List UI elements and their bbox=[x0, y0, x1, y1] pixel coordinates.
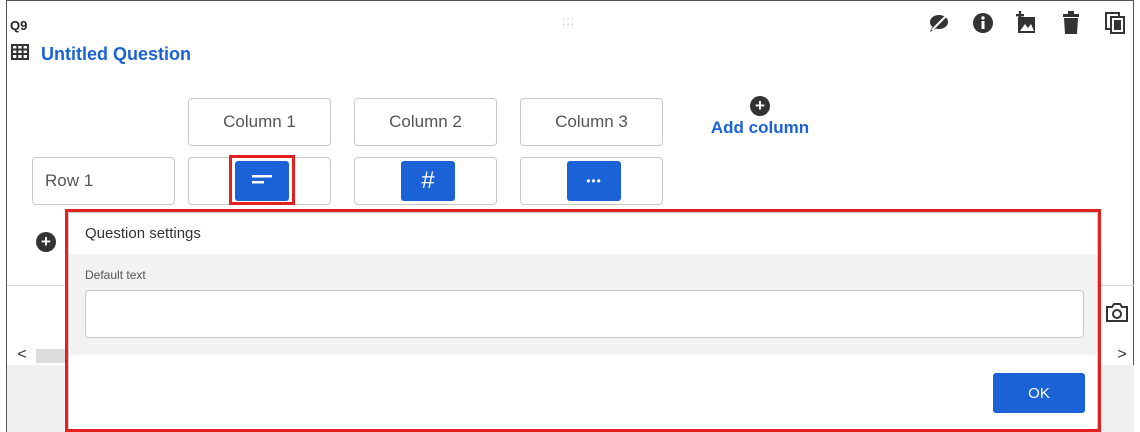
question-title[interactable]: Untitled Question bbox=[41, 44, 191, 65]
dialog-body: Default text bbox=[69, 254, 1097, 355]
scrollbar-track[interactable] bbox=[36, 349, 68, 363]
add-image-icon[interactable] bbox=[1014, 10, 1040, 36]
column-header-2[interactable]: Column 2 bbox=[354, 98, 497, 146]
add-column-button[interactable]: + Add column bbox=[700, 96, 820, 138]
answer-type-button-number[interactable]: # bbox=[401, 161, 455, 201]
add-column-label: Add column bbox=[710, 118, 810, 137]
scroll-left-arrow[interactable]: < bbox=[8, 345, 36, 365]
question-number: Q9 bbox=[10, 18, 28, 33]
column-header-3[interactable]: Column 3 bbox=[520, 98, 663, 146]
drag-handle[interactable]: ::: bbox=[562, 14, 575, 28]
ok-button[interactable]: OK bbox=[993, 373, 1085, 413]
more-dots-icon: ••• bbox=[586, 174, 602, 188]
table-icon bbox=[11, 44, 29, 65]
copy-icon[interactable] bbox=[1102, 10, 1128, 36]
skip-logic-icon[interactable] bbox=[926, 10, 952, 36]
question-settings-dialog: Question settings Default text OK bbox=[68, 212, 1098, 432]
row-label-1[interactable]: Row 1 bbox=[32, 157, 175, 205]
question-title-row: Untitled Question bbox=[11, 44, 191, 65]
answer-type-button-dropdown[interactable]: ••• bbox=[567, 161, 621, 201]
add-row-button[interactable]: + bbox=[36, 232, 56, 252]
info-icon[interactable] bbox=[970, 10, 996, 36]
question-toolbar bbox=[920, 10, 1140, 38]
dialog-title: Question settings bbox=[69, 213, 1097, 255]
plus-circle-icon: + bbox=[36, 232, 56, 252]
plus-circle-icon: + bbox=[750, 96, 770, 116]
column-header-1[interactable]: Column 1 bbox=[188, 98, 331, 146]
delete-icon[interactable] bbox=[1058, 10, 1084, 36]
scroll-right-arrow[interactable]: > bbox=[1110, 345, 1134, 365]
default-text-input[interactable] bbox=[85, 290, 1084, 338]
text-lines-icon bbox=[252, 172, 272, 190]
answer-type-button-text[interactable] bbox=[235, 161, 289, 201]
default-text-label: Default text bbox=[85, 268, 146, 282]
hash-icon: # bbox=[421, 167, 435, 194]
camera-icon[interactable] bbox=[1105, 301, 1131, 325]
